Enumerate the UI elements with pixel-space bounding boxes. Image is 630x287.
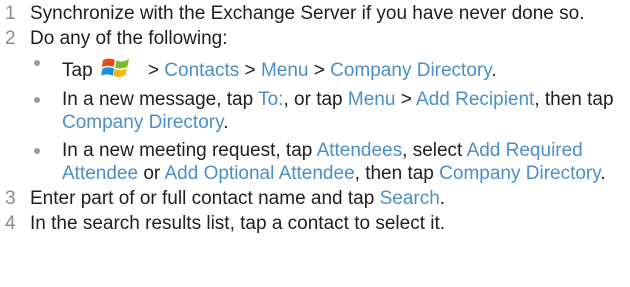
add-recipient-link[interactable]: Add Recipient [416,89,534,110]
option-list: Tap > Contacts > Menu > Company Director… [30,54,622,185]
period: . [600,163,606,184]
tap-text: Tap [62,60,93,81]
menu-link[interactable]: Menu [261,60,309,81]
menu-link[interactable]: Menu [348,89,396,110]
step-number: 1 [5,3,16,24]
step-2: 2 Do any of the following: Tap > Contact… [0,27,630,185]
period: . [439,188,446,209]
text-segment: , then tap [534,89,614,110]
company-directory-link[interactable]: Company Directory [62,112,223,133]
bullet-icon [34,60,40,66]
separator: > [308,60,331,81]
contacts-link[interactable]: Contacts [164,60,239,81]
instructions-document: 1 Synchronize with the Exchange Server i… [0,0,630,235]
step-number: 3 [5,188,16,209]
text-segment: , or tap [283,89,348,110]
period: . [223,112,229,133]
step-text: Synchronize with the Exchange Server if … [30,3,585,24]
text-segment: , then tap [354,163,440,184]
list-item: In a new message, tap To:, or tap Menu >… [30,88,622,134]
company-directory-link[interactable]: Company Directory [330,60,491,81]
step-number: 4 [5,213,16,234]
text-segment: or [138,163,165,184]
bullet-icon [34,97,40,103]
search-link[interactable]: Search [380,188,440,209]
period: . [491,60,497,81]
step-text: Enter part of or full contact name and t… [30,188,380,209]
step-text: In the search results list, tap a contac… [30,213,446,234]
step-text: Do any of the following: [30,28,228,49]
attendees-link[interactable]: Attendees [317,140,403,161]
step-1: 1 Synchronize with the Exchange Server i… [0,2,630,25]
step-3: 3 Enter part of or full contact name and… [0,187,630,210]
company-directory-link[interactable]: Company Directory [439,163,600,184]
step-number: 2 [5,28,16,49]
step-4: 4 In the search results list, tap a cont… [0,212,630,235]
separator: > [395,89,417,110]
text-segment: In a new meeting request, tap [62,140,317,161]
windows-start-icon [100,58,129,78]
list-item: In a new meeting request, tap Attendees,… [30,139,622,185]
add-optional-attendee-link[interactable]: Add Optional Attendee [164,163,354,184]
text-segment: , select [402,140,467,161]
separator: > [142,60,165,81]
text-segment: In a new message, tap [62,89,259,110]
list-item: Tap > Contacts > Menu > Company Director… [30,54,622,82]
to-link[interactable]: To: [258,89,283,110]
separator: > [239,60,261,81]
bullet-icon [34,148,40,154]
